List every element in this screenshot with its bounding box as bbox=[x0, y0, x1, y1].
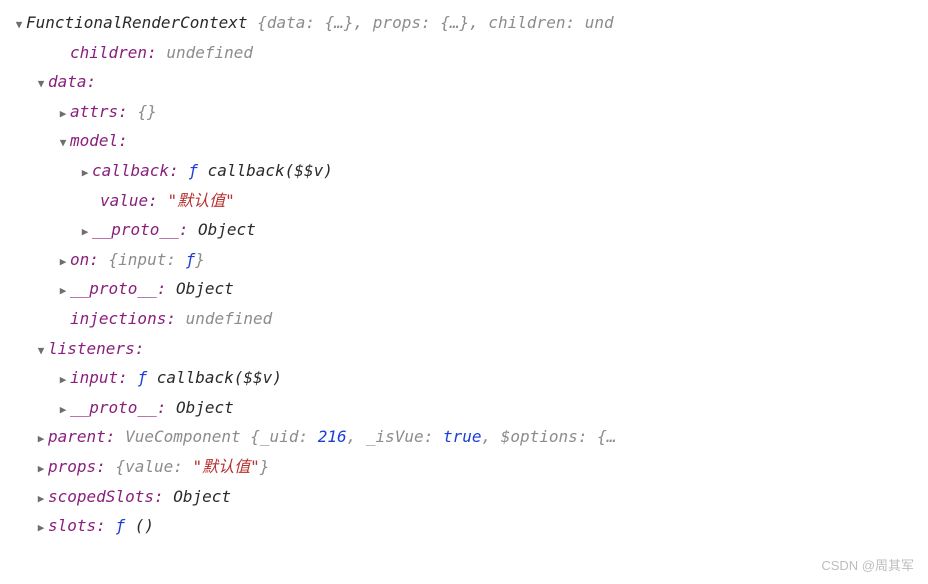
chevron-down-icon[interactable] bbox=[12, 15, 26, 35]
children-row[interactable]: children: undefined bbox=[12, 38, 916, 68]
model-value-row[interactable]: value: "默认值" bbox=[12, 186, 916, 216]
injections-row[interactable]: injections: undefined bbox=[12, 304, 916, 334]
chevron-down-icon[interactable] bbox=[56, 133, 70, 153]
chevron-right-icon[interactable] bbox=[34, 518, 48, 538]
chevron-down-icon[interactable] bbox=[34, 74, 48, 94]
chevron-right-icon[interactable] bbox=[56, 281, 70, 301]
scopedslots-row[interactable]: scopedSlots: Object bbox=[12, 482, 916, 512]
on-row[interactable]: on: {input: ƒ} bbox=[12, 245, 916, 275]
chevron-right-icon[interactable] bbox=[56, 104, 70, 124]
chevron-right-icon[interactable] bbox=[56, 370, 70, 390]
listeners-row[interactable]: listeners: bbox=[12, 334, 916, 364]
chevron-right-icon[interactable] bbox=[34, 489, 48, 509]
root-row[interactable]: FunctionalRenderContext {data: {…}, prop… bbox=[12, 8, 916, 38]
chevron-right-icon[interactable] bbox=[34, 429, 48, 449]
data-proto-row[interactable]: __proto__: Object bbox=[12, 274, 916, 304]
listeners-proto-row[interactable]: __proto__: Object bbox=[12, 393, 916, 423]
chevron-right-icon[interactable] bbox=[56, 252, 70, 272]
model-proto-row[interactable]: __proto__: Object bbox=[12, 215, 916, 245]
chevron-right-icon[interactable] bbox=[34, 459, 48, 479]
slots-row[interactable]: slots: ƒ () bbox=[12, 511, 916, 541]
parent-row[interactable]: parent: VueComponent {_uid: 216, _isVue:… bbox=[12, 422, 916, 452]
watermark: CSDN @周其军 bbox=[821, 554, 914, 578]
props-row[interactable]: props: {value: "默认值"} bbox=[12, 452, 916, 482]
callback-row[interactable]: callback: ƒ callback($$v) bbox=[12, 156, 916, 186]
chevron-right-icon[interactable] bbox=[56, 400, 70, 420]
model-row[interactable]: model: bbox=[12, 126, 916, 156]
attrs-row[interactable]: attrs: {} bbox=[12, 97, 916, 127]
chevron-down-icon[interactable] bbox=[34, 341, 48, 361]
data-row[interactable]: data: bbox=[12, 67, 916, 97]
object-tree: FunctionalRenderContext {data: {…}, prop… bbox=[12, 8, 916, 541]
listeners-input-row[interactable]: input: ƒ callback($$v) bbox=[12, 363, 916, 393]
chevron-right-icon[interactable] bbox=[78, 222, 92, 242]
chevron-right-icon[interactable] bbox=[78, 163, 92, 183]
